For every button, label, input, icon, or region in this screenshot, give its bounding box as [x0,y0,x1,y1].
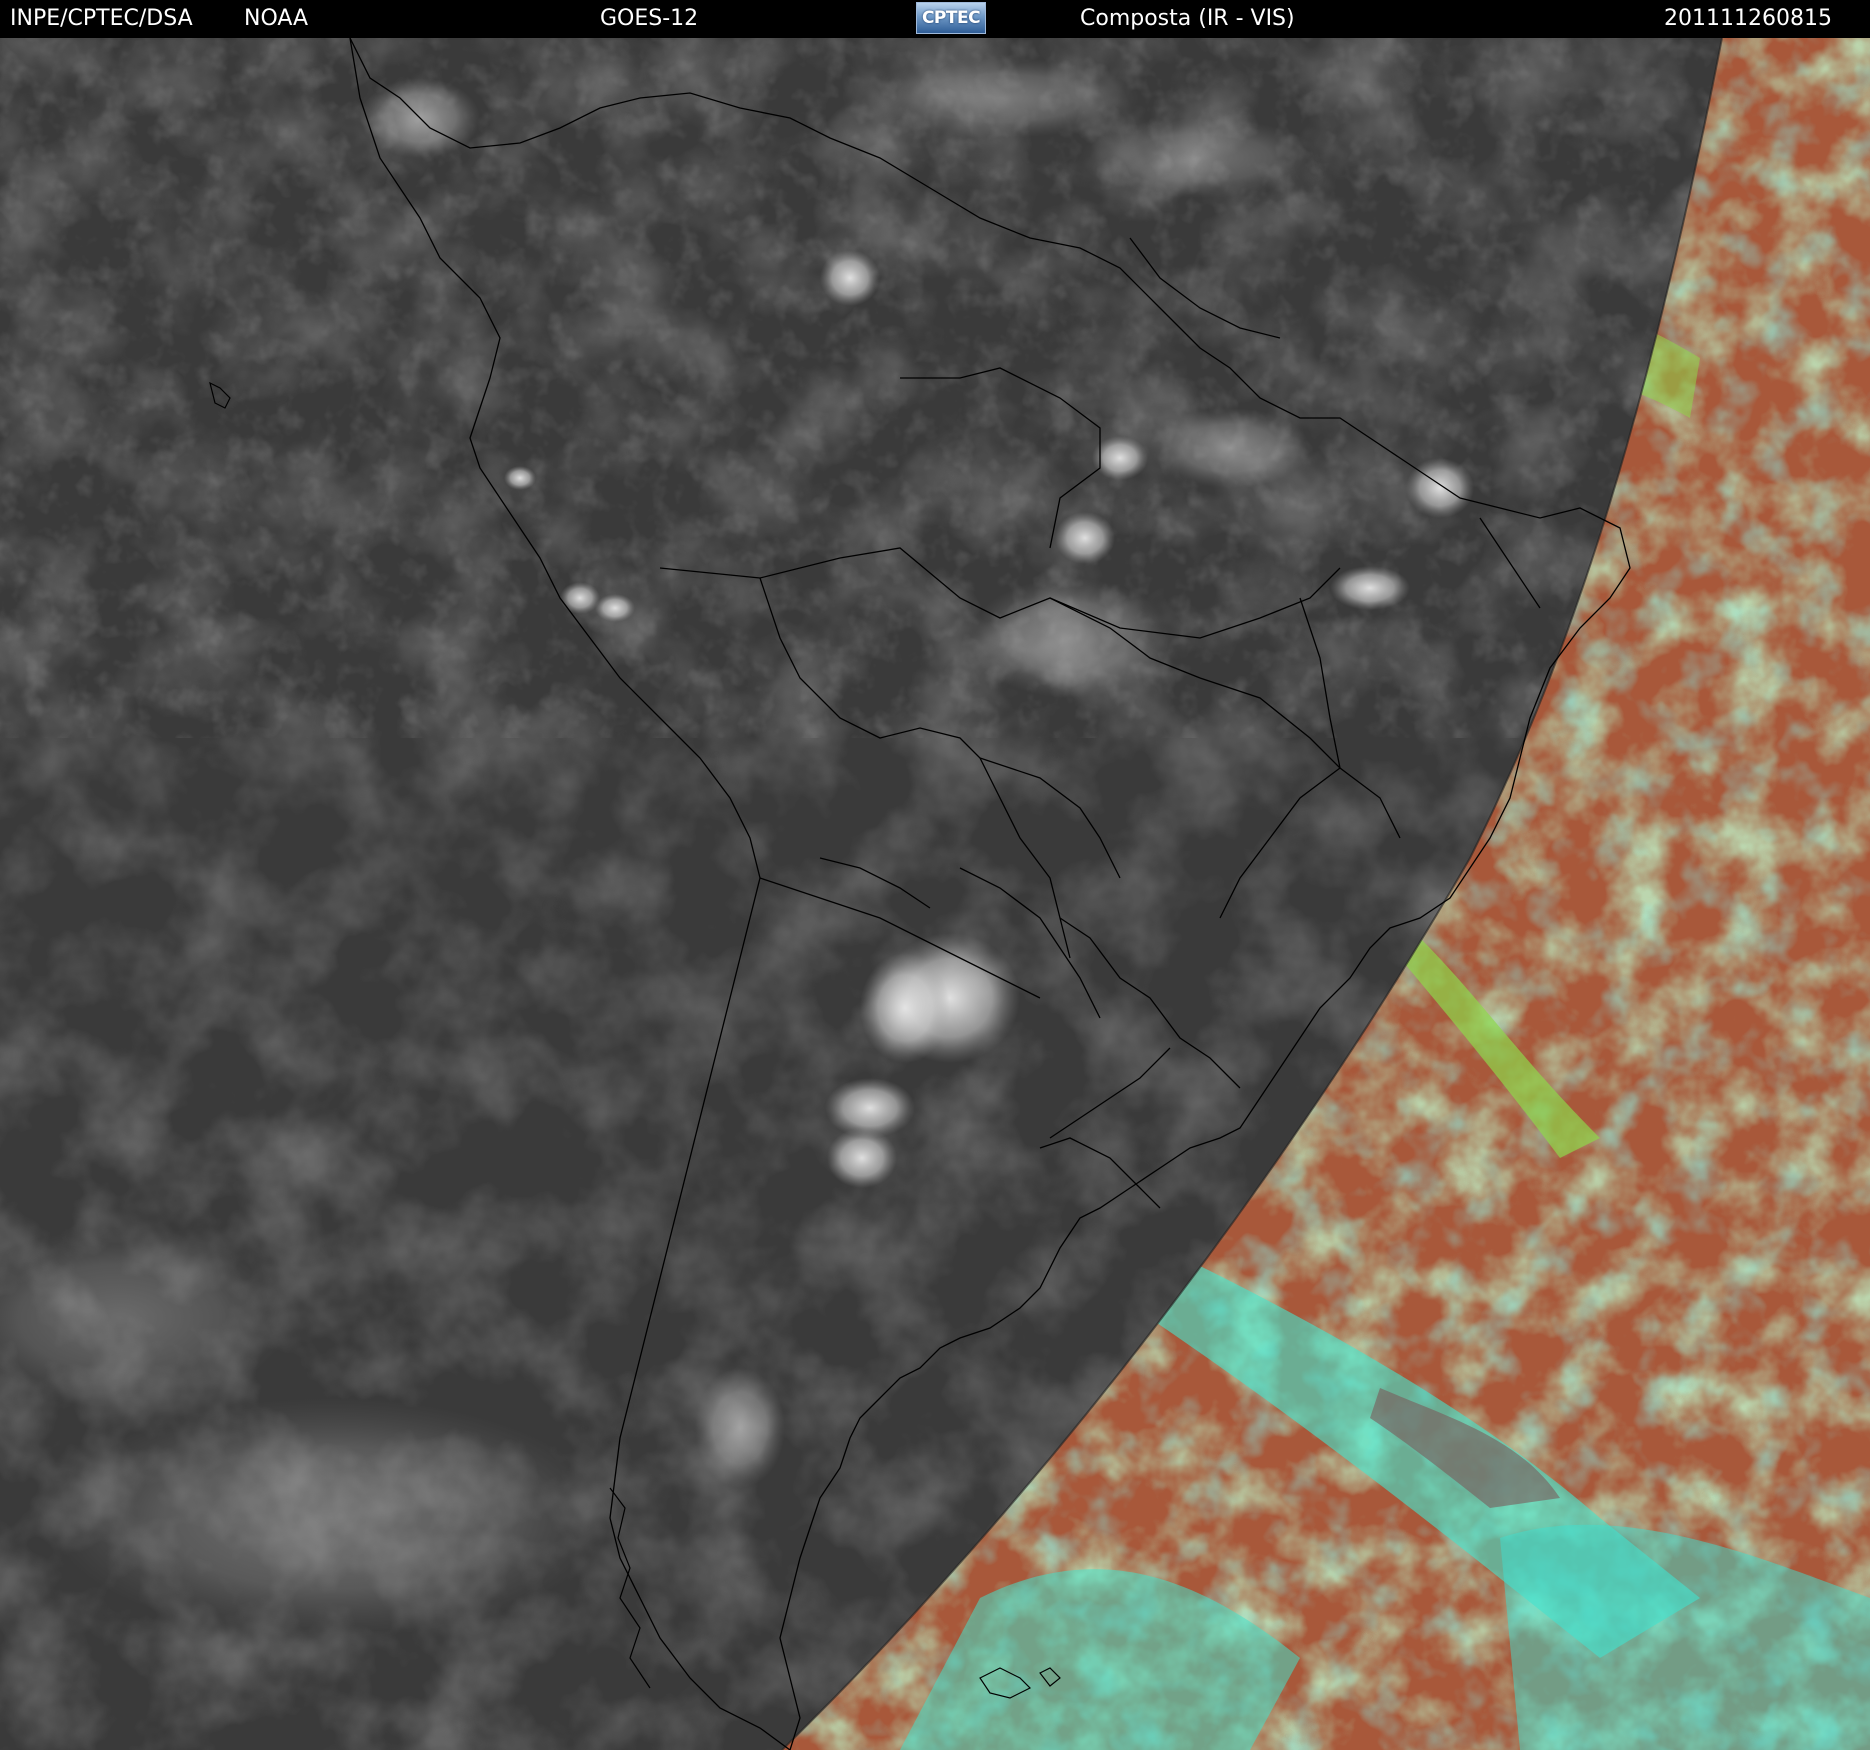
satellite-composite [0,38,1870,1750]
product-label: Composta (IR - VIS) [1080,6,1295,31]
cptec-logo: CPTEC [916,2,986,34]
timestamp-label: 201111260815 [1664,6,1832,31]
agency-label: NOAA [244,6,309,31]
source-label: INPE/CPTEC/DSA [10,6,193,31]
satellite-label: GOES-12 [600,6,699,31]
satellite-image [0,38,1870,1750]
header-bar: INPE/CPTEC/DSA NOAA GOES-12 CPTEC Compos… [0,0,1870,38]
